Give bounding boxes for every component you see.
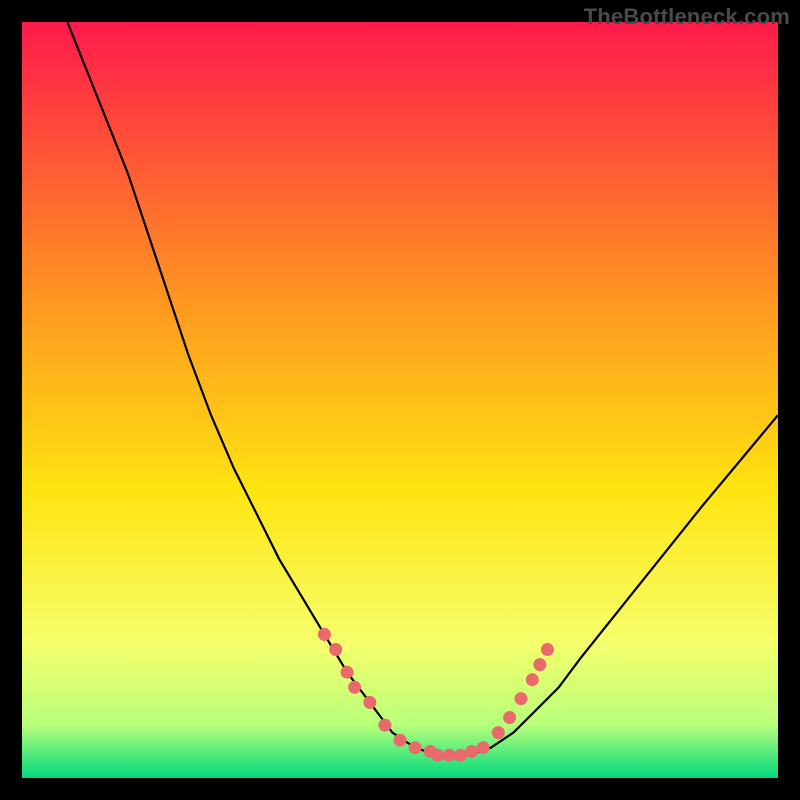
- marker-dot: [454, 749, 467, 762]
- marker-dot: [341, 666, 354, 679]
- marker-dot: [477, 741, 490, 754]
- marker-dot: [515, 692, 528, 705]
- chart-svg: [22, 22, 778, 778]
- marker-dot: [503, 711, 516, 724]
- marker-dot: [541, 643, 554, 656]
- marker-dot: [378, 719, 391, 732]
- marker-dot: [465, 745, 478, 758]
- marker-dot: [329, 643, 342, 656]
- marker-dot: [533, 658, 546, 671]
- gradient-background: [22, 22, 778, 778]
- marker-dot: [409, 741, 422, 754]
- plot-area: [22, 22, 778, 778]
- marker-dot: [443, 749, 456, 762]
- marker-dot: [431, 749, 444, 762]
- chart-frame: TheBottleneck.com: [0, 0, 800, 800]
- marker-dot: [318, 628, 331, 641]
- marker-dot: [348, 681, 361, 694]
- marker-dot: [492, 726, 505, 739]
- marker-dot: [526, 673, 539, 686]
- marker-dot: [363, 696, 376, 709]
- marker-dot: [394, 734, 407, 747]
- watermark-text: TheBottleneck.com: [584, 4, 790, 30]
